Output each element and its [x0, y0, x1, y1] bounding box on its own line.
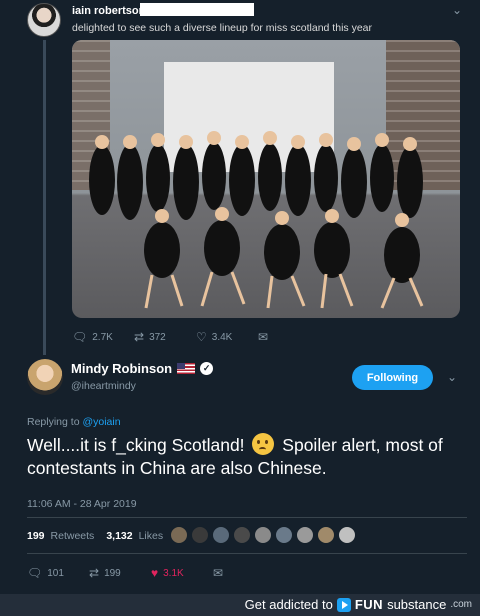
- author-name[interactable]: Mindy Robinson: [71, 361, 172, 376]
- following-button[interactable]: Following: [352, 365, 433, 390]
- liker-avatar[interactable]: [170, 526, 188, 544]
- original-tweet: iain robertson ⌄ delighted to see such a…: [0, 0, 480, 355]
- thinking-face-emoji-icon: [252, 433, 275, 455]
- brand-fun: FUN: [354, 597, 384, 612]
- engagement-stats: 199 Retweets 3,132 Likes: [27, 530, 163, 542]
- reply-icon: 🗨: [27, 566, 43, 580]
- reply-count: 101: [47, 567, 64, 579]
- liker-avatar[interactable]: [233, 526, 251, 544]
- share-button[interactable]: ✉: [258, 330, 268, 344]
- tweet-text: delighted to see such a diverse lineup f…: [72, 22, 372, 34]
- tweet-text-part1: Well....it is f_cking Scotland!: [27, 435, 245, 455]
- brand-tld: .com: [450, 599, 472, 610]
- verified-badge-icon: ✓: [200, 362, 214, 375]
- tweet-actions: 🗨 101 ⇄ 199 ♥ 3.1K ✉: [27, 566, 327, 584]
- liker-avatar[interactable]: [338, 526, 356, 544]
- tweet-photo[interactable]: [72, 40, 460, 318]
- envelope-icon: ✉: [258, 330, 269, 344]
- reply-count: 2.7K: [92, 331, 113, 343]
- retweets-count[interactable]: 199: [27, 530, 45, 542]
- us-flag-icon: [177, 363, 196, 374]
- like-count: 3.4K: [211, 331, 233, 343]
- replying-to-user-link[interactable]: @yoiain: [82, 416, 120, 428]
- author-avatar[interactable]: [27, 359, 63, 395]
- author-handle[interactable]: @iheartmindy: [71, 380, 136, 392]
- group-of-contestants: [89, 131, 424, 309]
- watermark-prefix: Get addicted to: [244, 597, 333, 612]
- redaction-bar: [140, 3, 254, 16]
- share-button[interactable]: ✉: [213, 566, 223, 580]
- retweet-button[interactable]: ⇄ 199: [89, 566, 121, 580]
- envelope-icon: ✉: [213, 566, 224, 580]
- liker-avatar[interactable]: [296, 526, 314, 544]
- author-avatar[interactable]: [27, 3, 61, 37]
- play-icon: [336, 597, 351, 612]
- liker-avatar[interactable]: [317, 526, 335, 544]
- like-count: 3.1K: [163, 567, 184, 579]
- watermark-bar: Get addicted to FUN substance .com: [0, 594, 480, 616]
- chevron-down-icon[interactable]: ⌄: [452, 3, 462, 17]
- liker-avatar[interactable]: [254, 526, 272, 544]
- retweet-icon: ⇄: [134, 330, 145, 344]
- heart-icon: ♡: [196, 330, 207, 344]
- likes-label[interactable]: Likes: [139, 530, 164, 542]
- like-button[interactable]: ♡ 3.4K: [196, 330, 232, 344]
- tweet-timestamp[interactable]: 11:06 AM - 28 Apr 2019: [27, 498, 137, 510]
- retweet-count: 372: [149, 331, 166, 343]
- divider: [27, 517, 467, 518]
- tweet-text: Well....it is f_cking Scotland! Spoiler …: [27, 433, 467, 480]
- watermark: Get addicted to FUN substance .com: [245, 597, 472, 612]
- reply-icon: 🗨: [72, 330, 88, 344]
- author-name[interactable]: iain robertson: [72, 5, 145, 17]
- reply-button[interactable]: 🗨 2.7K: [72, 330, 113, 344]
- chevron-down-icon[interactable]: ⌄: [447, 370, 457, 384]
- replying-to-label: Replying to: [27, 416, 83, 428]
- retweets-label[interactable]: Retweets: [51, 530, 95, 542]
- retweet-button[interactable]: ⇄ 372: [134, 330, 166, 344]
- tweet-actions: 🗨 2.7K ⇄ 372 ♡ 3.4K ✉: [72, 330, 372, 348]
- thread-line: [43, 40, 46, 355]
- liker-avatars[interactable]: [170, 526, 356, 544]
- brand-substance: substance: [387, 597, 447, 612]
- liker-avatar[interactable]: [275, 526, 293, 544]
- replying-to: Replying to @yoiain: [27, 416, 121, 428]
- liker-avatar[interactable]: [212, 526, 230, 544]
- like-button[interactable]: ♥ 3.1K: [151, 566, 184, 580]
- liker-avatar[interactable]: [191, 526, 209, 544]
- retweet-count: 199: [104, 567, 121, 579]
- reply-button[interactable]: 🗨 101: [27, 566, 64, 580]
- author-header[interactable]: Mindy Robinson ✓: [71, 361, 214, 376]
- likes-count[interactable]: 3,132: [106, 530, 132, 542]
- heart-filled-icon: ♥: [151, 566, 159, 580]
- retweet-icon: ⇄: [89, 566, 100, 580]
- divider: [27, 553, 467, 554]
